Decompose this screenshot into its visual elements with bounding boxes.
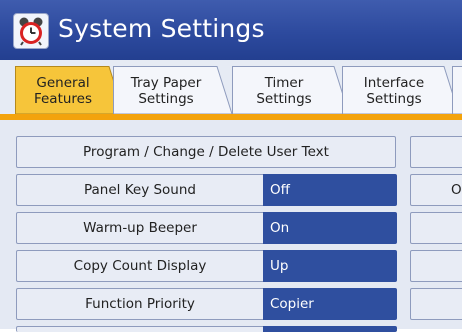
tab-label-line: Interface [363,75,425,91]
tab-next-partial[interactable] [452,66,462,115]
tab-general-features[interactable]: General Features [15,66,125,115]
setting-value: Up [263,250,397,282]
setting-panel-key-sound[interactable]: Panel Key Sound Off [16,174,397,206]
setting-label: Copy Count Display [73,258,207,274]
setting-value [263,326,397,332]
setting-label: O [451,182,462,198]
tab-label-line: General [36,75,90,91]
setting-copy-count-display[interactable]: Copy Count Display Up [16,250,397,282]
tab-label-line: Settings [138,91,194,107]
title-bar: System Settings [0,0,462,60]
right-setting-4[interactable] [410,250,462,282]
setting-label: Warm-up Beeper [83,220,197,236]
setting-label: Panel Key Sound [84,182,196,198]
setting-next-partial[interactable] [16,326,397,332]
tab-label-line: Timer [264,75,304,91]
tab-label-line: Settings [366,91,422,107]
tab-timer-settings[interactable]: Timer Settings [232,66,350,115]
page-title: System Settings [58,14,265,43]
setting-warm-up-beeper[interactable]: Warm-up Beeper On [16,212,397,244]
tab-label-line: Tray Paper [130,75,202,91]
tab-tray-paper-settings[interactable]: Tray Paper Settings [113,66,233,115]
alarm-clock-icon [13,13,49,49]
setting-value: Copier [263,288,397,320]
setting-program-user-text[interactable]: Program / Change / Delete User Text [16,136,396,168]
right-setting-3[interactable] [410,212,462,244]
tab-interface-settings[interactable]: Interface Settings [342,66,460,115]
setting-label: Function Priority [85,296,195,312]
tab-strip: General Features Tray Paper Settings Tim… [0,60,462,117]
tab-label-line: Features [33,91,93,107]
tab-label-line: Settings [256,91,312,107]
setting-value: On [263,212,397,244]
right-setting-2[interactable]: O [410,174,462,206]
setting-value: Off [263,174,397,206]
setting-function-priority[interactable]: Function Priority Copier [16,288,397,320]
right-setting-1[interactable] [410,136,462,168]
right-setting-5[interactable] [410,288,462,320]
setting-label: Program / Change / Delete User Text [83,144,329,160]
